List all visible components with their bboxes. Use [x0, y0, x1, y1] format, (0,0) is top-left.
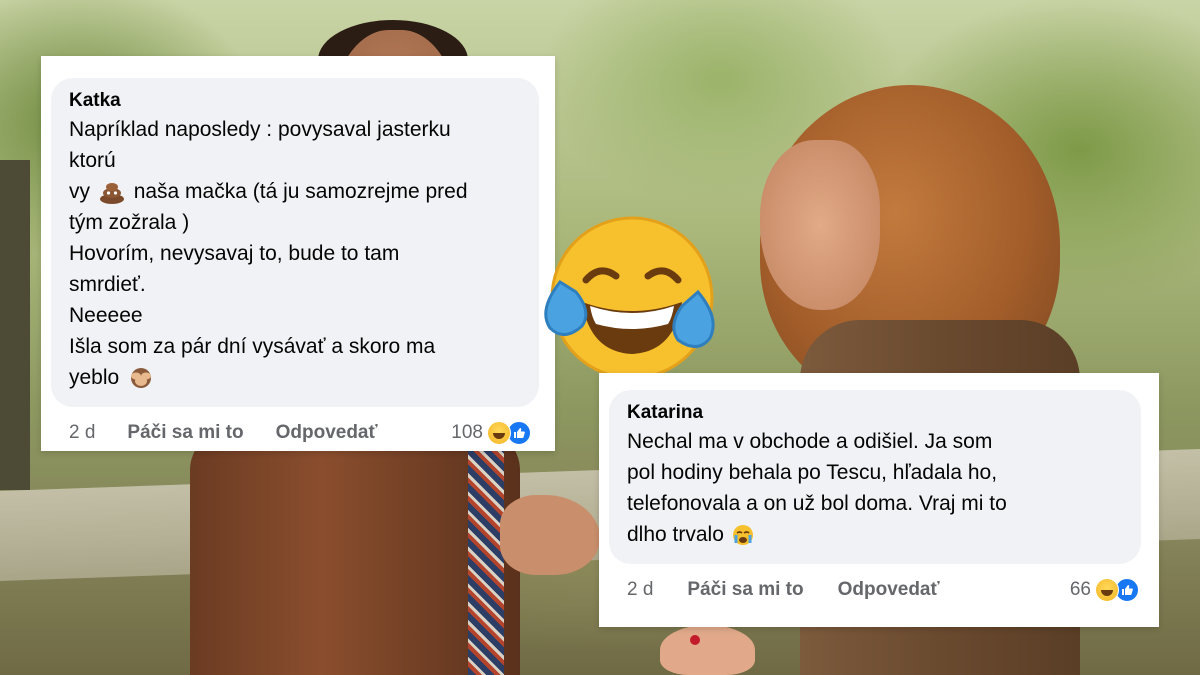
comment-text-line: Nechal ma v obchode a odišiel. Ja som — [627, 430, 993, 453]
haha-reaction-icon — [1095, 578, 1119, 602]
comment-text-line: Išla som za pár dní vysávať a skoro ma — [69, 335, 436, 358]
woman-hand — [660, 625, 755, 675]
haha-reaction-icon — [487, 421, 511, 445]
comment-bubble: Katka Napríklad naposledy : povysaval ja… — [51, 78, 539, 407]
woman-face — [760, 140, 880, 310]
comment-text-line: vy naša mačka (tá ju samozrejme pred — [69, 176, 521, 207]
comment-card-katka: Katka Napríklad naposledy : povysaval ja… — [41, 56, 555, 451]
comment-text-line: pol hodiny behala po Tescu, hľadala ho, — [627, 461, 998, 484]
crying-face-icon — [732, 525, 753, 546]
man-plaid-shirt — [468, 440, 504, 675]
comment-time[interactable]: 2 d — [627, 579, 653, 601]
comment-text-line: Hovorím, nevysavaj to, bude to tam — [69, 242, 400, 265]
comment-text-fragment: vy — [69, 180, 90, 203]
woman-nail — [690, 635, 700, 645]
reaction-summary[interactable]: 108 — [451, 421, 531, 445]
comment-time[interactable]: 2 d — [69, 422, 95, 444]
comment-text-line: ktorú — [69, 149, 116, 172]
comment-text-fragment: yeblo — [69, 366, 120, 389]
reply-button[interactable]: Odpovedať — [838, 579, 940, 601]
comment-card-katarina: Katarina Nechal ma v obchode a odišiel. … — [599, 373, 1159, 627]
comment-author[interactable]: Katka — [69, 90, 521, 112]
comment-text-line: Neeeee — [69, 304, 143, 327]
comment-bubble: Katarina Nechal ma v obchode a odišiel. … — [609, 390, 1141, 564]
comment-text-line: yeblo — [69, 362, 521, 393]
comment-text-line: telefonovala a on už bol doma. Vraj mi t… — [627, 492, 1007, 515]
reaction-count: 108 — [451, 422, 483, 443]
comment-author[interactable]: Katarina — [627, 402, 1123, 424]
reply-button[interactable]: Odpovedať — [276, 422, 378, 444]
tree-trunk — [0, 160, 30, 490]
face-with-tears-of-joy-icon — [544, 216, 715, 380]
like-button[interactable]: Páči sa mi to — [127, 422, 243, 444]
like-button[interactable]: Páči sa mi to — [687, 579, 803, 601]
pile-of-poo-icon — [99, 183, 124, 205]
comment-text-line: dlho trvalo — [627, 519, 1123, 550]
comment-text-line: tým zožrala ) — [69, 211, 190, 234]
comment-actions: 2 d Páči sa mi to Odpovedať 108 — [51, 407, 539, 445]
comment-text-line: smrdieť. — [69, 273, 146, 296]
reaction-summary[interactable]: 66 — [1070, 578, 1139, 602]
comment-text-fragment: naša mačka (tá ju samozrejme pred — [133, 180, 468, 203]
reaction-count: 66 — [1069, 579, 1091, 600]
comment-text-fragment: dlho trvalo — [627, 523, 724, 546]
comment-actions: 2 d Páči sa mi to Odpovedať 66 — [609, 564, 1141, 602]
comment-text-line: Napríklad naposledy : povysaval jasterku — [69, 118, 451, 141]
see-no-evil-monkey-icon — [131, 368, 152, 389]
